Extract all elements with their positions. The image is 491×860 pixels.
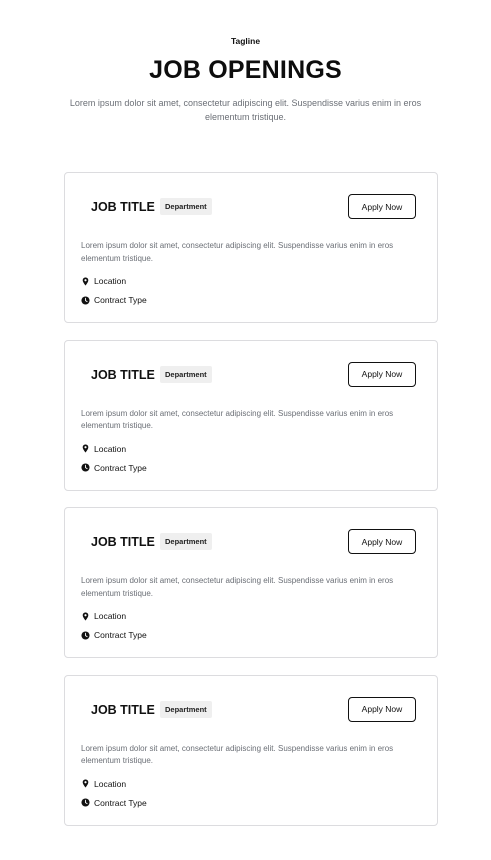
department-badge: Department	[160, 365, 212, 383]
contract-type-label: Contract Type	[94, 630, 147, 640]
job-description: Lorem ipsum dolor sit amet, consectetur …	[81, 743, 394, 766]
location-label: Location	[94, 611, 127, 621]
map-pin-icon	[81, 277, 90, 286]
page-description: Lorem ipsum dolor sit amet, consectetur …	[69, 98, 422, 122]
job-card: JOB TITLE Department Apply Now Lorem ips…	[64, 674, 438, 826]
map-pin-icon	[81, 779, 90, 788]
clock-icon	[81, 295, 90, 305]
page-title: JOB OPENINGS	[149, 56, 342, 84]
department-badge: Department	[160, 533, 212, 550]
job-contract-type: Contract Type	[81, 294, 147, 306]
job-title: JOB TITLE	[91, 702, 155, 717]
map-pin-icon	[81, 444, 90, 453]
job-description: Lorem ipsum dolor sit amet, consectetur …	[81, 408, 394, 431]
apply-now-button[interactable]: Apply Now	[348, 194, 416, 219]
job-location: Location	[81, 610, 126, 622]
location-label: Location	[94, 778, 127, 789]
clock-icon	[81, 463, 90, 472]
clock-icon	[81, 798, 90, 807]
job-description: Lorem ipsum dolor sit amet, consectetur …	[81, 576, 394, 598]
job-contract-type: Contract Type	[81, 462, 147, 474]
location-label: Location	[94, 276, 127, 286]
apply-now-button[interactable]: Apply Now	[348, 529, 416, 554]
department-badge: Department	[160, 198, 212, 215]
tagline: Tagline	[230, 36, 261, 46]
job-location: Location	[81, 778, 126, 790]
clock-icon	[81, 630, 90, 640]
job-location: Location	[81, 275, 126, 287]
job-list: JOB TITLE Department Apply Now Lorem ips…	[64, 172, 438, 842]
page-header: Tagline JOB OPENINGS Lorem ipsum dolor s…	[0, 0, 491, 124]
job-title: JOB TITLE	[91, 367, 155, 382]
contract-type-label: Contract Type	[94, 295, 147, 305]
job-contract-type: Contract Type	[81, 629, 147, 641]
job-title: JOB TITLE	[91, 200, 155, 214]
job-card: JOB TITLE Department Apply Now Lorem ips…	[64, 507, 438, 658]
job-description: Lorem ipsum dolor sit amet, consectetur …	[81, 241, 394, 263]
location-label: Location	[94, 443, 127, 454]
contract-type-label: Contract Type	[94, 797, 147, 808]
apply-now-button[interactable]: Apply Now	[348, 696, 416, 722]
department-badge: Department	[160, 700, 212, 718]
job-location: Location	[81, 443, 126, 455]
job-card: JOB TITLE Department Apply Now Lorem ips…	[64, 172, 438, 323]
contract-type-label: Contract Type	[94, 462, 147, 473]
job-title: JOB TITLE	[91, 535, 155, 549]
job-contract-type: Contract Type	[81, 797, 147, 809]
apply-now-button[interactable]: Apply Now	[348, 361, 416, 387]
job-card: JOB TITLE Department Apply Now Lorem ips…	[64, 339, 438, 491]
map-pin-icon	[81, 612, 90, 621]
